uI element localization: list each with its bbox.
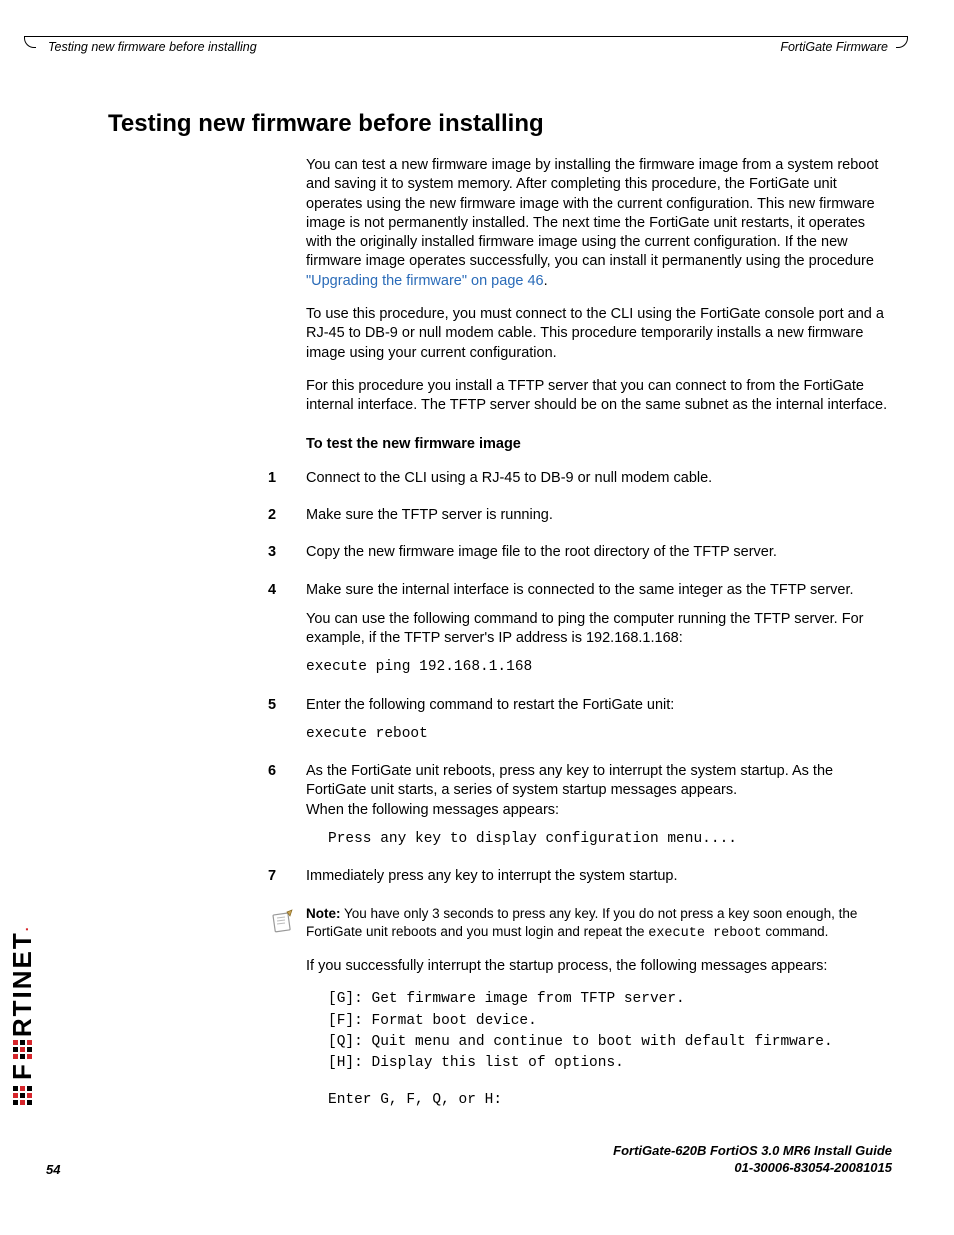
fortinet-logo-mark (13, 1086, 32, 1105)
step-3: Copy the new firmware image file to the … (306, 543, 894, 562)
step-2: Make sure the TFTP server is running. (306, 506, 894, 525)
step-number: 1 (268, 469, 306, 498)
step-6a: As the FortiGate unit reboots, press any… (306, 762, 894, 801)
step-1: Connect to the CLI using a RJ-45 to DB-9… (306, 469, 894, 488)
note-text-4: command. (762, 924, 829, 939)
link-upgrading-firmware[interactable]: "Upgrading the firmware" on page 46 (306, 273, 544, 289)
running-head-left: Testing new firmware before installing (48, 40, 257, 54)
ordered-steps: 1Connect to the CLI using a RJ-45 to DB-… (268, 469, 894, 897)
fortinet-logo: F RTINET. (7, 925, 38, 1105)
intro-para-2: To use this procedure, you must connect … (306, 305, 894, 363)
intro-text-1b: . (544, 273, 548, 289)
page-title: Testing new firmware before installing (108, 110, 894, 138)
code-ping: execute ping 192.168.1.168 (306, 658, 894, 677)
step-4a: Make sure the internal interface is conn… (306, 581, 894, 600)
fortinet-logo-text: F (7, 1062, 38, 1080)
footer-guide: FortiGate-620B FortiOS 3.0 MR6 Install G… (613, 1143, 892, 1177)
step-number: 4 (268, 581, 306, 688)
note-code: execute reboot (648, 926, 761, 941)
menu-line-f: [F]: Format boot device. (328, 1012, 894, 1031)
intro-text-1a: You can test a new firmware image by ins… (306, 157, 878, 269)
step-number: 6 (268, 762, 306, 859)
code-reboot: execute reboot (306, 725, 894, 744)
page-number: 54 (46, 1162, 60, 1177)
note-body: Note: You have only 3 seconds to press a… (306, 905, 894, 943)
intro-para-3: For this procedure you install a TFTP se… (306, 377, 894, 416)
note-text-1: You have only 3 seconds to press any key… (341, 906, 858, 921)
header-curve-left (24, 36, 36, 48)
note-icon (268, 905, 306, 943)
step-number: 2 (268, 506, 306, 535)
step-4b: You can use the following command to pin… (306, 610, 894, 649)
menu-prompt: Enter G, F, Q, or H: (328, 1091, 894, 1110)
intro-para-1: You can test a new firmware image by ins… (306, 156, 894, 291)
step-7: Immediately press any key to interrupt t… (306, 867, 894, 886)
footer-guide-title: FortiGate-620B FortiOS 3.0 MR6 Install G… (613, 1143, 892, 1160)
step-number: 7 (268, 867, 306, 896)
fortinet-logo-text-2: RTINET (7, 931, 38, 1037)
note-label: Note: (306, 906, 341, 921)
fortinet-logo-accent (13, 1040, 32, 1059)
header-rule (24, 36, 908, 37)
running-head-right: FortiGate Firmware (780, 40, 888, 54)
menu-line-h: [H]: Display this list of options. (328, 1054, 894, 1073)
step-6b: When the following messages appears: (306, 801, 894, 820)
step-number: 3 (268, 543, 306, 572)
footer-guide-code: 01-30006-83054-20081015 (613, 1160, 892, 1177)
menu-line-q: [Q]: Quit menu and continue to boot with… (328, 1033, 894, 1052)
after-note-text: If you successfully interrupt the startu… (306, 957, 894, 976)
code-press-any-key: Press any key to display configuration m… (328, 830, 894, 849)
note-fortigate: FortiGate (306, 924, 362, 939)
note-text-3: unit reboots and you must login and repe… (362, 924, 648, 939)
step-number: 5 (268, 696, 306, 755)
menu-line-g: [G]: Get firmware image from TFTP server… (328, 990, 894, 1009)
step-5a: Enter the following command to restart t… (306, 696, 894, 715)
header-curve-right (896, 36, 908, 48)
procedure-heading: To test the new firmware image (306, 435, 894, 454)
